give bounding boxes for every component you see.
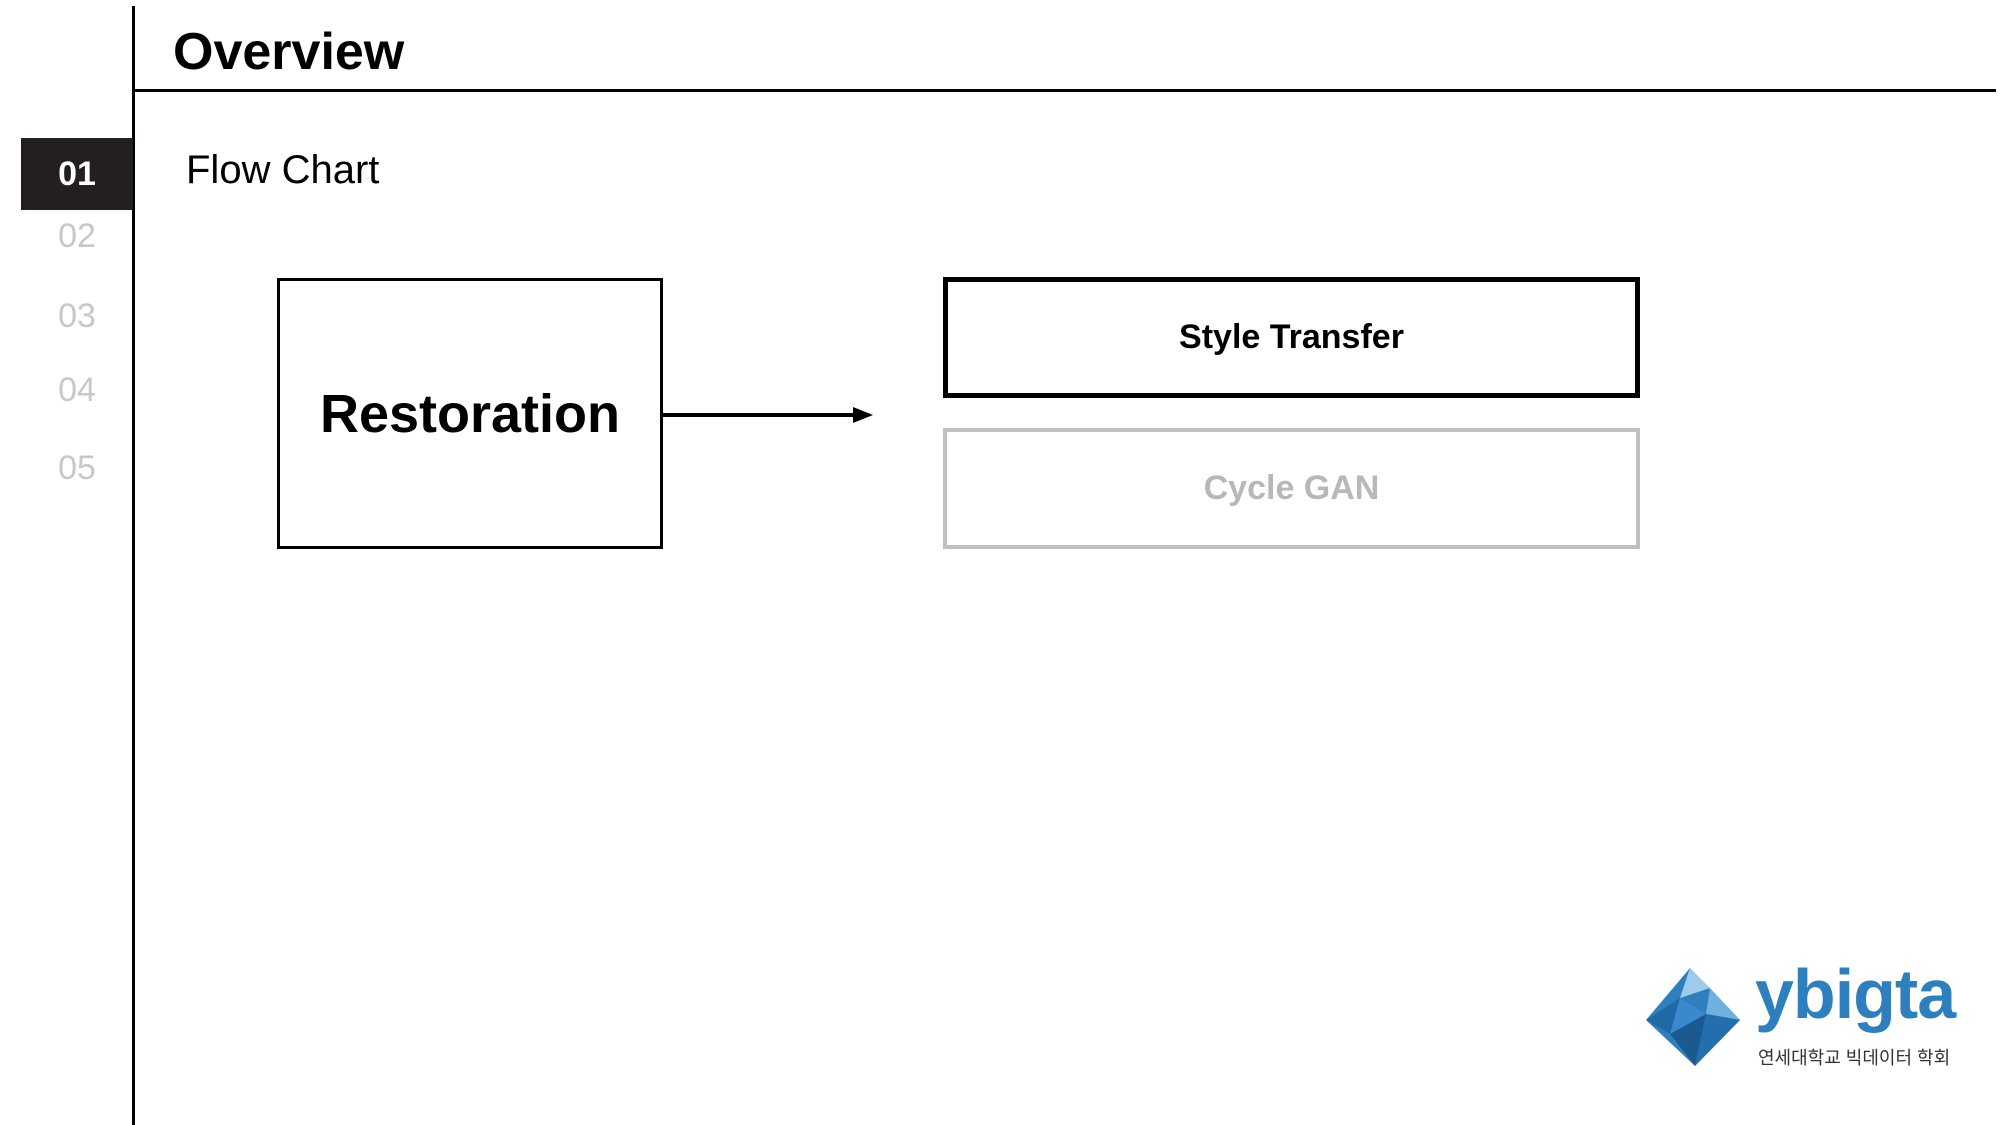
style-transfer-box: Style Transfer (943, 277, 1640, 398)
section-subtitle: Flow Chart (186, 148, 380, 192)
header-divider (132, 89, 1996, 92)
cycle-gan-box: Cycle GAN (943, 428, 1640, 549)
nav-item-05[interactable]: 05 (21, 440, 133, 496)
ybigta-logo: ybigta 연세대학교 빅데이터 학회 (1640, 955, 1956, 1072)
cycle-gan-label: Cycle GAN (1203, 469, 1380, 507)
flow-arrow-icon (663, 407, 873, 423)
nav-item-03[interactable]: 03 (21, 288, 133, 344)
restoration-box: Restoration (277, 278, 663, 549)
logo-tagline: 연세대학교 빅데이터 학회 (1758, 1048, 1951, 1068)
restoration-label: Restoration (319, 383, 621, 444)
slide: Overview 01 02 03 04 05 Flow Chart Resto… (0, 0, 2000, 1125)
nav-item-01[interactable]: 01 (21, 138, 133, 210)
nav-item-02[interactable]: 02 (21, 208, 133, 264)
nav-item-04[interactable]: 04 (21, 362, 133, 418)
page-title: Overview (173, 23, 405, 81)
logo-wordmark: ybigta (1755, 955, 1956, 1033)
ice-crystal-logo-icon (1646, 968, 1740, 1066)
style-transfer-label: Style Transfer (1179, 318, 1404, 356)
